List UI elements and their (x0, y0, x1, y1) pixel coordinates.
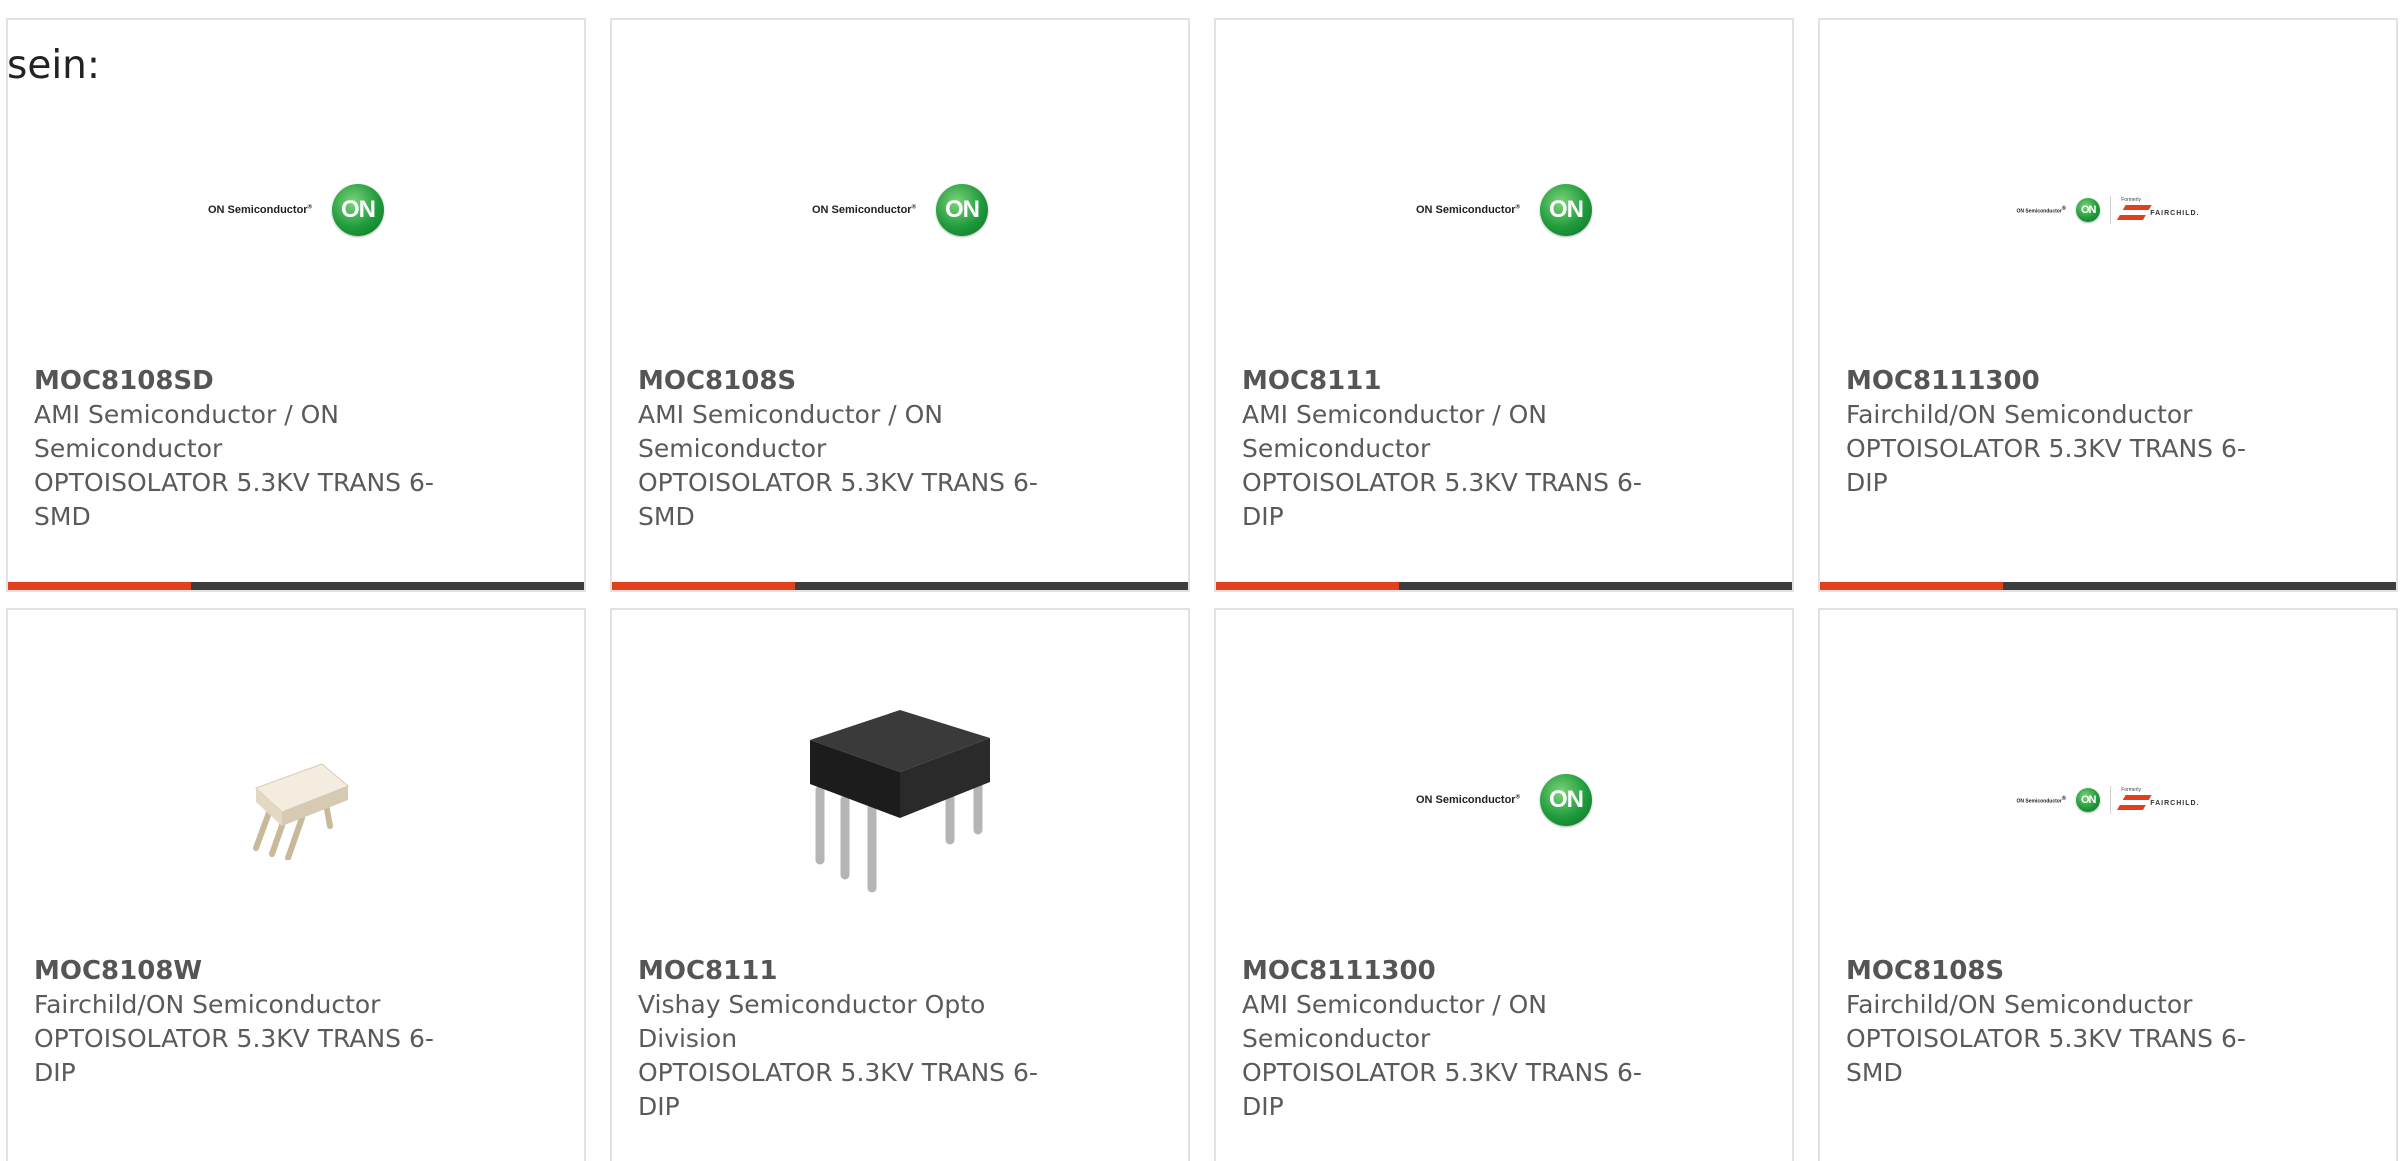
description: OPTOISOLATOR 5.3KV TRANS 6-DIP (1846, 434, 2246, 497)
fairchild-wordmark: FAIRCHILD. (2115, 203, 2200, 223)
on-semiconductor-logo: ON Semiconductor® ON (2017, 198, 2101, 222)
product-info: MOC8108W Fairchild/ON Semiconductor OPTO… (34, 954, 454, 1090)
fairchild-word: FAIRCHILD. (2150, 799, 2200, 807)
card-accent-fill (612, 582, 795, 590)
product-card[interactable]: ON Semiconductor® ON Formerly FAIRCHILD.… (1818, 18, 2398, 592)
manufacturer: AMI Semiconductor / ON Semiconductor (1242, 990, 1547, 1053)
card-accent-fill (8, 582, 191, 590)
product-image: ON Semiconductor® ON (8, 110, 584, 310)
product-card[interactable]: ON Semiconductor® ON Formerly FAIRCHILD.… (1818, 608, 2398, 1161)
product-image (8, 700, 584, 900)
product-grid: ON Semiconductor® ON MOC8108SD AMI Semic… (6, 18, 2398, 1161)
on-logo-badge: ON (2076, 198, 2101, 222)
fairchild-mark-icon (2115, 203, 2153, 223)
card-accent-bar (1216, 582, 1792, 590)
product-image: ON Semiconductor® ON (1216, 700, 1792, 900)
on-semiconductor-logo: ON Semiconductor® ON (811, 184, 989, 236)
product-card[interactable]: MOC8111 Vishay Semiconductor Opto Divisi… (610, 608, 1190, 1161)
on-semiconductor-logo: ON Semiconductor® ON (1415, 184, 1593, 236)
white-dip-chip-photo (253, 763, 349, 860)
product-info: MOC8108S AMI Semiconductor / ON Semicond… (638, 364, 1058, 534)
product-image: ON Semiconductor® ON (612, 110, 1188, 310)
product-info: MOC8108S Fairchild/ON Semiconductor OPTO… (1846, 954, 2266, 1090)
fairchild-mark-icon (2115, 793, 2153, 813)
card-accent-fill (1216, 582, 1399, 590)
card-accent-bar (612, 582, 1188, 590)
on-logo-text: ON Semiconductor® (1415, 204, 1521, 216)
description: OPTOISOLATOR 5.3KV TRANS 6-SMD (1846, 1024, 2246, 1087)
product-info: MOC8108SD AMI Semiconductor / ON Semicon… (34, 364, 454, 534)
fairchild-word: FAIRCHILD. (2150, 209, 2200, 217)
description: OPTOISOLATOR 5.3KV TRANS 6-DIP (1242, 468, 1642, 531)
product-info: MOC8111300 Fairchild/ON Semiconductor OP… (1846, 364, 2266, 500)
product-card[interactable]: ON Semiconductor® ON MOC8111 AMI Semicon… (1214, 18, 1794, 592)
on-logo-text: ON Semiconductor® (811, 204, 917, 216)
product-image (612, 700, 1188, 900)
manufacturer: Vishay Semiconductor Opto Division (638, 990, 986, 1053)
product-info: MOC8111 Vishay Semiconductor Opto Divisi… (638, 954, 1058, 1124)
part-number[interactable]: MOC8111300 (1242, 954, 1662, 988)
page: sein: ON Semiconductor® ON MOC8108SD AMI… (0, 0, 2400, 1161)
on-logo-badge: ON (2076, 788, 2101, 812)
on-semiconductor-logo: ON Semiconductor® ON (2017, 788, 2101, 812)
manufacturer: AMI Semiconductor / ON Semiconductor (1242, 400, 1547, 463)
description: OPTOISOLATOR 5.3KV TRANS 6-DIP (1242, 1058, 1642, 1121)
logo-divider (2110, 196, 2112, 224)
manufacturer: Fairchild/ON Semiconductor (1846, 990, 2193, 1019)
description: OPTOISOLATOR 5.3KV TRANS 6-DIP (638, 1058, 1038, 1121)
manufacturer: AMI Semiconductor / ON Semiconductor (638, 400, 943, 463)
product-card[interactable]: MOC8108W Fairchild/ON Semiconductor OPTO… (6, 608, 586, 1161)
fairchild-logo: Formerly FAIRCHILD. (2115, 197, 2200, 223)
manufacturer: Fairchild/ON Semiconductor (1846, 400, 2193, 429)
on-logo-badge: ON (936, 184, 989, 236)
black-dip-chip-photo (810, 710, 990, 893)
description: OPTOISOLATOR 5.3KV TRANS 6-SMD (638, 468, 1038, 531)
on-logo-text: ON Semiconductor® (2016, 205, 2067, 215)
card-accent-bar (8, 582, 584, 590)
product-card[interactable]: ON Semiconductor® ON MOC8108SD AMI Semic… (6, 18, 586, 592)
fairchild-wordmark: FAIRCHILD. (2115, 793, 2200, 813)
on-logo-badge: ON (332, 184, 385, 236)
on-logo-text: ON Semiconductor® (1415, 794, 1521, 806)
product-image: ON Semiconductor® ON (1216, 110, 1792, 310)
part-number[interactable]: MOC8111 (638, 954, 1058, 988)
description: OPTOISOLATOR 5.3KV TRANS 6-SMD (34, 468, 434, 531)
card-accent-fill (1820, 582, 2003, 590)
on-semiconductor-logo: ON Semiconductor® ON (207, 184, 385, 236)
manufacturer: AMI Semiconductor / ON Semiconductor (34, 400, 339, 463)
product-card[interactable]: ON Semiconductor® ON MOC8108S AMI Semico… (610, 18, 1190, 592)
product-image: ON Semiconductor® ON Formerly FAIRCHILD. (1820, 110, 2396, 310)
part-number[interactable]: MOC8108S (1846, 954, 2266, 988)
part-number[interactable]: MOC8111300 (1846, 364, 2266, 398)
on-fairchild-logo: ON Semiconductor® ON Formerly FAIRCHILD. (2017, 786, 2200, 814)
part-number[interactable]: MOC8108S (638, 364, 1058, 398)
fairchild-logo: Formerly FAIRCHILD. (2115, 787, 2200, 813)
on-logo-badge: ON (1540, 774, 1593, 826)
on-logo-text: ON Semiconductor® (2016, 795, 2067, 805)
description: OPTOISOLATOR 5.3KV TRANS 6-DIP (34, 1024, 434, 1087)
on-logo-badge: ON (1540, 184, 1593, 236)
product-card[interactable]: ON Semiconductor® ON MOC8111300 AMI Semi… (1214, 608, 1794, 1161)
product-info: MOC8111300 AMI Semiconductor / ON Semico… (1242, 954, 1662, 1124)
logo-divider (2110, 786, 2112, 814)
part-number[interactable]: MOC8108W (34, 954, 454, 988)
product-image: ON Semiconductor® ON Formerly FAIRCHILD. (1820, 700, 2396, 900)
product-info: MOC8111 AMI Semiconductor / ON Semicondu… (1242, 364, 1662, 534)
manufacturer: Fairchild/ON Semiconductor (34, 990, 381, 1019)
part-number[interactable]: MOC8111 (1242, 364, 1662, 398)
card-accent-bar (1820, 582, 2396, 590)
on-logo-text: ON Semiconductor® (207, 204, 313, 216)
on-fairchild-logo: ON Semiconductor® ON Formerly FAIRCHILD. (2017, 196, 2200, 224)
on-semiconductor-logo: ON Semiconductor® ON (1415, 774, 1593, 826)
part-number[interactable]: MOC8108SD (34, 364, 454, 398)
intro-text: sein: (7, 43, 101, 88)
